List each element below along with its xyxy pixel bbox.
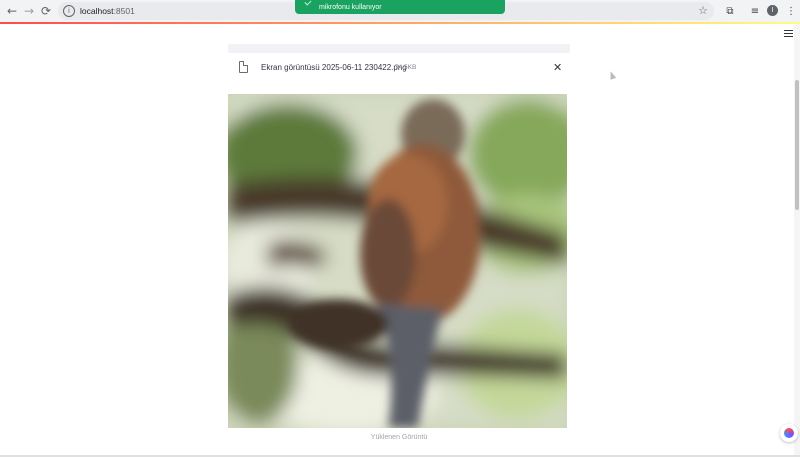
site-info-icon[interactable]: i [63, 5, 75, 17]
mouse-cursor-icon [607, 70, 617, 80]
mic-usage-toast: mikrofonu kullanıyor [295, 0, 505, 14]
uploaded-image [228, 94, 567, 428]
scrollbar-thumb[interactable] [795, 80, 799, 210]
browser-menu-icon[interactable]: ⋮ [784, 4, 798, 18]
file-name: Ekran görüntüsü 2025-06-11 230422.png [261, 63, 407, 72]
file-size: 74.5KB [395, 64, 417, 71]
url-text: localhost:8501 [80, 6, 135, 16]
uploaded-file-row: Ekran görüntüsü 2025-06-11 230422.png 74… [228, 58, 570, 78]
url-port: :8501 [113, 6, 135, 16]
bird-photo [228, 94, 567, 428]
image-caption: Yüklenen Görüntü [370, 434, 428, 441]
file-dropzone[interactable] [228, 44, 570, 53]
assistant-widget-button[interactable] [780, 424, 798, 442]
remove-file-button[interactable]: ✕ [553, 61, 562, 74]
profile-avatar[interactable]: I [767, 5, 778, 16]
bookmark-star-icon[interactable]: ☆ [698, 4, 708, 17]
toast-text: mikrofonu kullanıyor [319, 3, 382, 11]
file-icon [239, 61, 248, 73]
main-menu-icon[interactable] [784, 30, 793, 37]
reload-icon[interactable]: ⟳ [38, 3, 54, 19]
url-host: localhost [80, 6, 114, 16]
widget-logo-icon [784, 428, 794, 438]
app-header-decoration [0, 22, 800, 24]
media-controls-icon[interactable]: ≡ [748, 4, 762, 18]
forward-icon[interactable]: → [21, 3, 37, 19]
extensions-icon[interactable]: ⧉ [723, 4, 737, 18]
back-icon[interactable]: ← [4, 3, 20, 19]
check-icon [304, 0, 312, 6]
